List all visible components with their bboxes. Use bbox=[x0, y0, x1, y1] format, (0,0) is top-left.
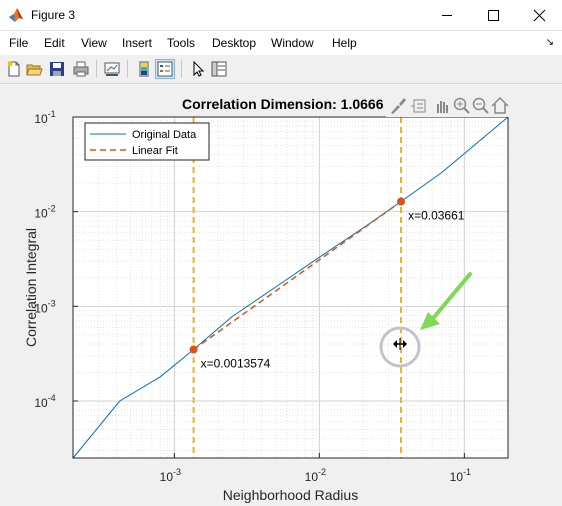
home-icon[interactable] bbox=[491, 96, 509, 114]
pan-icon[interactable] bbox=[437, 101, 448, 113]
data-tips-icon[interactable] bbox=[411, 99, 426, 113]
legend-label-linear-fit: Linear Fit bbox=[132, 145, 178, 157]
y-tick-label: 10-1 bbox=[34, 109, 55, 126]
y-tick-label: 10-2 bbox=[34, 204, 55, 221]
axes-background bbox=[73, 117, 508, 458]
chart-title: Correlation Dimension: 1.0666 bbox=[182, 96, 384, 112]
axes-toolbar bbox=[391, 96, 509, 114]
y-tick-label: 10-4 bbox=[34, 393, 55, 410]
y-axis-label: Correlation Integral bbox=[23, 228, 39, 347]
data-point-marker[interactable] bbox=[397, 197, 406, 206]
legend-label-original: Original Data bbox=[132, 129, 197, 141]
plot-canvas[interactable]: 10-3 10-2 10-110-410-310-210-1x=0.0013574x… bbox=[0, 0, 562, 506]
zoom-out-icon[interactable] bbox=[472, 97, 489, 114]
zoom-in-icon[interactable] bbox=[453, 97, 470, 114]
brush-icon[interactable] bbox=[391, 98, 406, 114]
x-tick-label: 10-2 bbox=[305, 467, 326, 484]
data-point-label: x=0.03661 bbox=[408, 209, 465, 223]
x-tick-label: 10-1 bbox=[450, 467, 471, 484]
data-point-marker[interactable] bbox=[189, 345, 198, 354]
data-point-label: x=0.0013574 bbox=[201, 356, 271, 370]
x-axis-label: Neighborhood Radius bbox=[223, 487, 358, 503]
x-tick-label: 10-3 bbox=[160, 467, 181, 484]
